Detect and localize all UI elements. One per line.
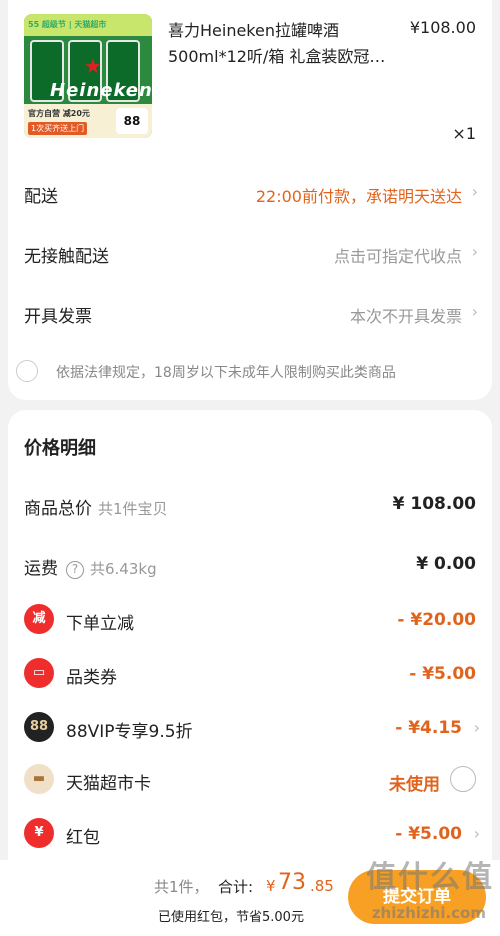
thumb-promo-line2: 1次买齐送上门 [28,122,88,135]
contactless-value: 点击可指定代收点 [333,247,462,266]
vip-discount-amount: - ¥4.15 [395,718,462,738]
supermarket-card-row[interactable]: ▬ 天猫超市卡 未使用 [8,762,492,802]
shipping-label-text: 运费 [24,559,58,579]
delivery-value: 22:00前付款，承诺明天送达 [255,187,462,206]
price-detail-title: 价格明细 [24,438,96,459]
goods-total-amount: ¥ 108.00 [392,494,476,514]
checkout-bar: 共1件， 合计: ¥ 73 .85 已使用红包，节省5.00元 提交订单 值什么… [0,860,500,936]
help-icon[interactable]: ? [66,561,84,579]
product-quantity: ×1 [452,124,476,143]
red-packet-icon: ¥ [24,818,54,848]
category-coupon-label: 品类券 [66,668,117,688]
delivery-row[interactable]: 配送 22:00前付款，承诺明天送达 › [8,174,492,214]
shipping-label: 运费? 共6.43kg [24,554,157,579]
goods-total-row: 商品总价 共1件宝贝 ¥ 108.00 [8,486,492,526]
discount-icon: 减 [24,604,54,634]
vip-discount-label: 88VIP专享9.5折 [66,722,193,742]
thumb-brand: Heineken [50,80,152,101]
vip-discount-row[interactable]: 88 88VIP专享9.5折 - ¥4.15 › [8,710,492,750]
invoice-row[interactable]: 开具发票 本次不开具发票 › [8,294,492,334]
shipping-weight: 共6.43kg [90,560,157,578]
shipping-amount: ¥ 0.00 [416,554,476,574]
age-notice: 依据法律规定，18周岁以下未成年人限制购买此类商品 [8,356,492,388]
goods-total-label-text: 商品总价 [24,499,92,519]
thumb-promo-line1: 官方自营 减20元 [28,109,90,118]
shipping-row: 运费? 共6.43kg ¥ 0.00 [8,546,492,586]
saved-text: 已使用红包，节省5.00元 [158,910,304,925]
product-thumbnail[interactable]: 55 超级节 | 天猫超市 ★ Heineken 官方自营 减20元 1次买齐送… [24,14,152,138]
item-count: 共1件， [154,878,209,896]
agree-checkbox[interactable] [16,360,38,382]
delivery-label: 配送 [24,187,58,207]
product-name[interactable]: 喜力Heineken拉罐啤酒500ml*12听/箱 礼盒装欧冠… [168,18,408,70]
invoice-value: 本次不开具发票 [349,307,462,326]
watermark-url: zhizhizhi.com [371,904,486,922]
total-label: 合计: [218,878,254,896]
product-price: ¥108.00 [409,18,476,37]
order-discount-label: 下单立减 [66,614,134,634]
watermark: 值什么值 [366,860,494,895]
red-packet-label: 红包 [66,828,100,848]
thumb-88-badge: 88 [116,108,148,134]
supermarket-card-label: 天猫超市卡 [66,774,151,794]
goods-count: 共1件宝贝 [98,500,168,518]
thumb-promo: 官方自营 减20元 1次买齐送上门 88 [24,104,152,138]
red-packet-amount: - ¥5.00 [395,824,462,844]
card-icon: ▬ [24,764,54,794]
chevron-right-icon: › [471,242,478,261]
contactless-label: 无接触配送 [24,247,109,267]
order-discount-amount: - ¥20.00 [397,610,476,630]
age-notice-text: 依据法律规定，18周岁以下未成年人限制购买此类商品 [56,365,396,381]
vip-88-icon: 88 [24,712,54,742]
invoice-label: 开具发票 [24,307,92,327]
total-currency: ¥ [266,877,276,895]
chevron-right-icon: › [471,302,478,321]
category-coupon-amount: - ¥5.00 [409,664,476,684]
category-coupon-row[interactable]: ▭ 品类券 - ¥5.00 [8,656,492,696]
chevron-right-icon: › [473,824,480,843]
chevron-right-icon: › [471,182,478,201]
order-discount-row: 减 下单立减 - ¥20.00 [8,602,492,642]
supermarket-card-toggle[interactable] [450,766,476,792]
total-integer: 73 [278,870,306,895]
order-items-card: 55 超级节 | 天猫超市 ★ Heineken 官方自营 减20元 1次买齐送… [8,0,492,400]
red-packet-row[interactable]: ¥ 红包 - ¥5.00 › [8,816,492,856]
contactless-delivery-row[interactable]: 无接触配送 点击可指定代收点 › [8,234,492,274]
red-star-icon: ★ [84,54,102,78]
coupon-icon: ▭ [24,658,54,688]
price-detail-card: 价格明细 商品总价 共1件宝贝 ¥ 108.00 运费? 共6.43kg ¥ 0.0… [8,410,492,860]
supermarket-card-status: 未使用 [389,775,440,795]
goods-total-label: 商品总价 共1件宝贝 [24,494,168,519]
chevron-right-icon: › [473,718,480,737]
total-decimal: .85 [310,877,334,895]
thumb-top-text: 55 超级节 | 天猫超市 [24,14,152,36]
